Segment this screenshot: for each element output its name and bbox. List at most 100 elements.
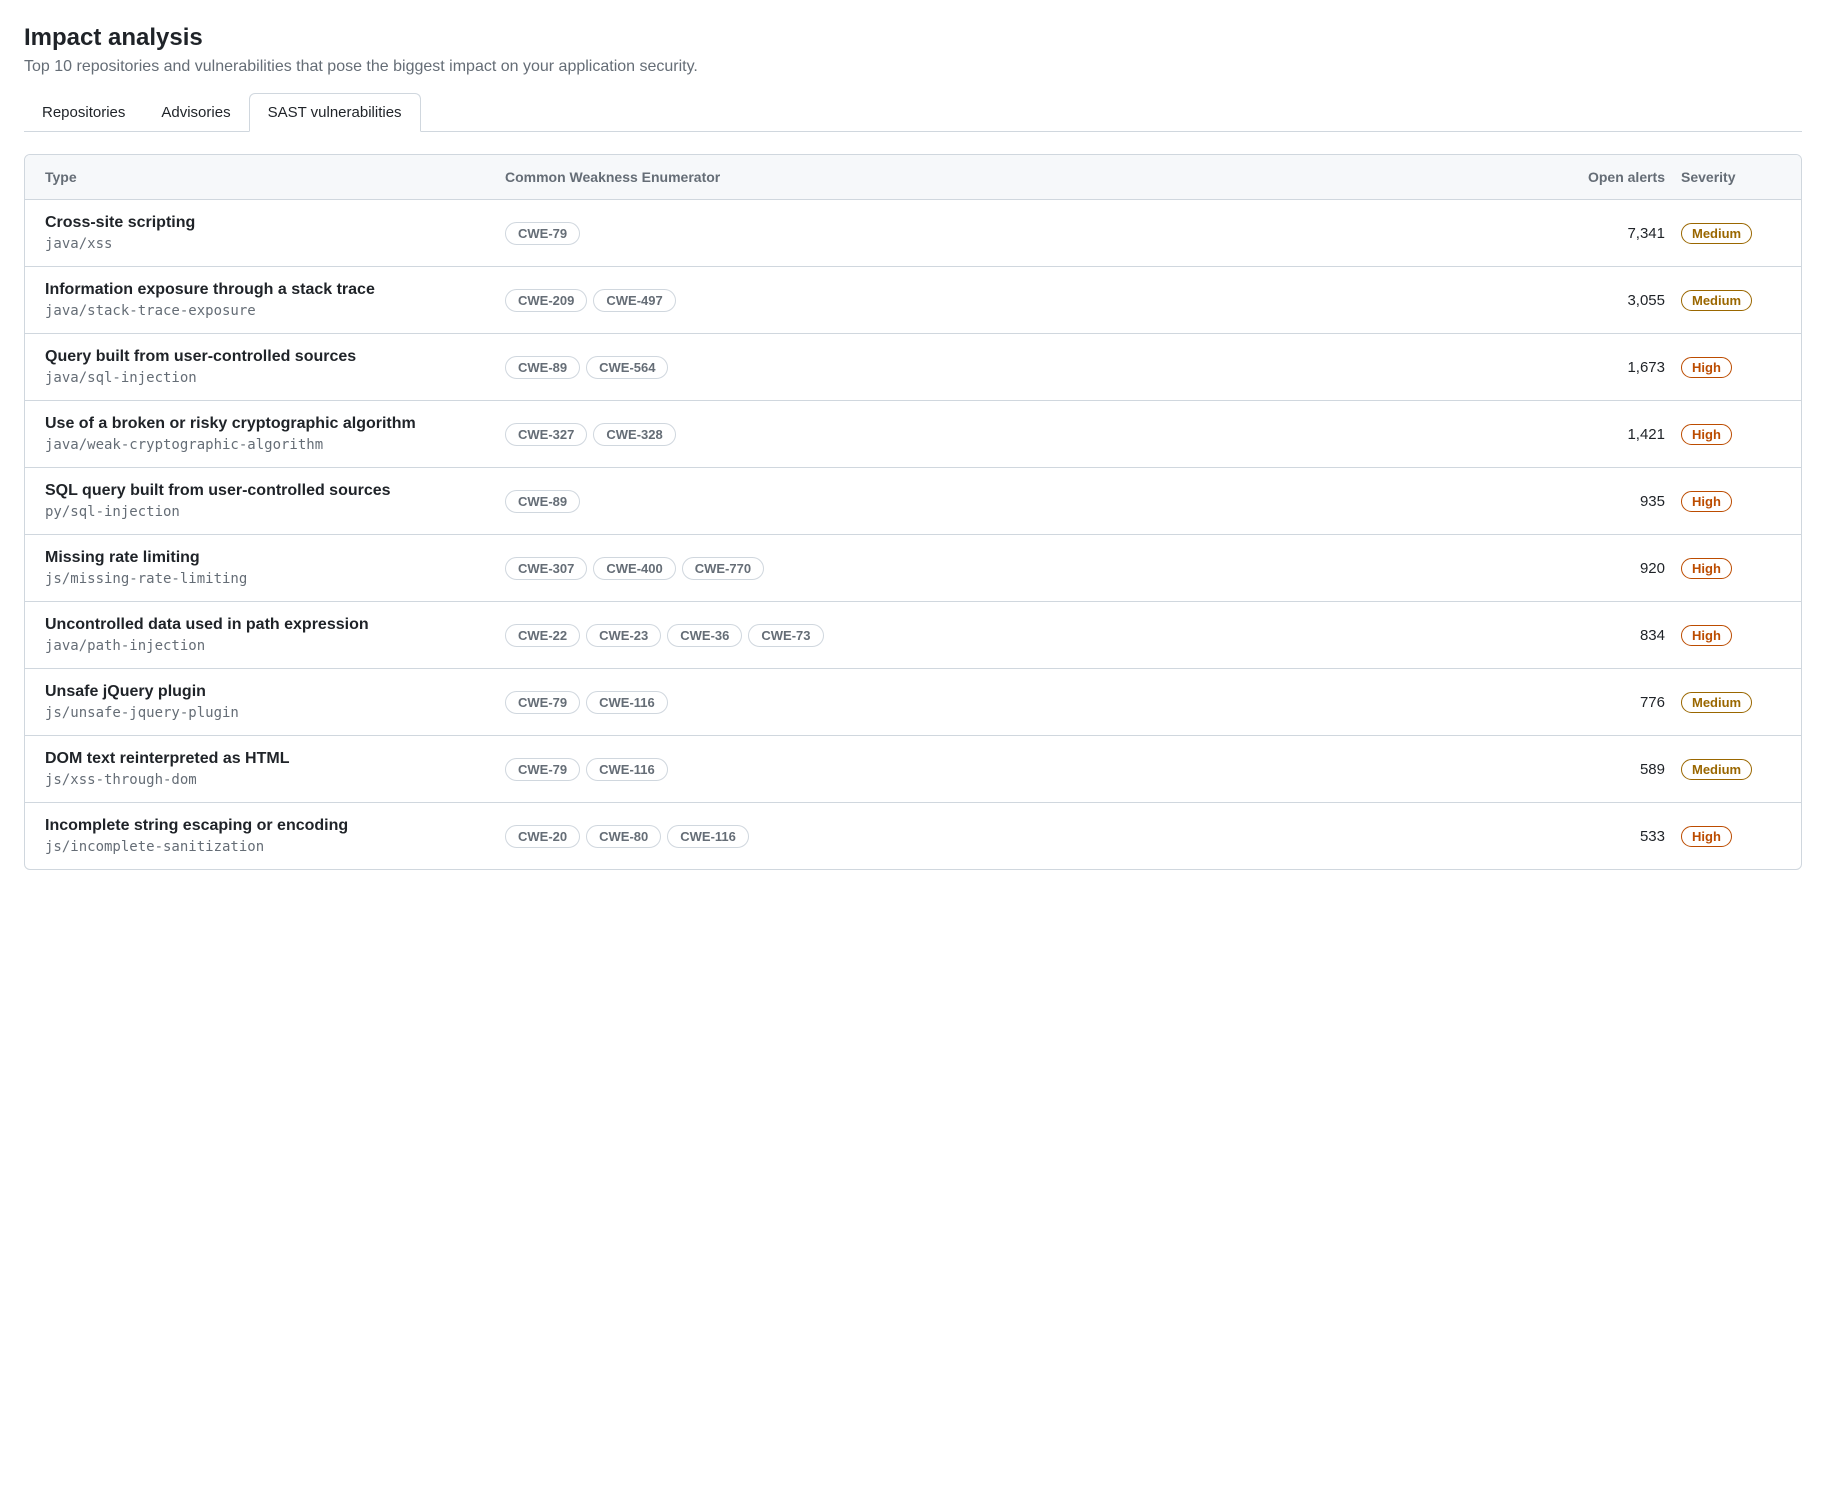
vulnerability-title: Uncontrolled data used in path expressio…: [45, 616, 505, 634]
cwe-pill[interactable]: CWE-22: [505, 624, 580, 647]
open-alerts-value: 834: [1561, 627, 1681, 644]
open-alerts-value: 3,055: [1561, 292, 1681, 309]
vulnerability-id: js/incomplete-sanitization: [45, 839, 505, 855]
severity-cell: Medium: [1681, 759, 1781, 780]
type-cell: Information exposure through a stack tra…: [45, 281, 505, 319]
cwe-cell: CWE-89 CWE-564: [505, 356, 1561, 379]
vulnerability-title: SQL query built from user-controlled sou…: [45, 482, 505, 500]
cwe-pill[interactable]: CWE-116: [667, 825, 749, 848]
cwe-pill-group: CWE-89: [505, 490, 1561, 513]
column-header-severity: Severity: [1681, 169, 1781, 185]
table-row[interactable]: Query built from user-controlled sources…: [25, 334, 1801, 401]
vulnerability-id: js/missing-rate-limiting: [45, 571, 505, 587]
cwe-pill-group: CWE-22 CWE-23 CWE-36 CWE-73: [505, 624, 1561, 647]
open-alerts-value: 589: [1561, 761, 1681, 778]
vulnerability-id: java/weak-cryptographic-algorithm: [45, 437, 505, 453]
cwe-pill[interactable]: CWE-497: [593, 289, 675, 312]
severity-cell: Medium: [1681, 290, 1781, 311]
cwe-pill-group: CWE-89 CWE-564: [505, 356, 1561, 379]
type-cell: SQL query built from user-controlled sou…: [45, 482, 505, 520]
cwe-pill[interactable]: CWE-79: [505, 222, 580, 245]
cwe-pill[interactable]: CWE-116: [586, 691, 668, 714]
cwe-pill-group: CWE-209 CWE-497: [505, 289, 1561, 312]
severity-badge: High: [1681, 558, 1732, 579]
table-row[interactable]: Use of a broken or risky cryptographic a…: [25, 401, 1801, 468]
table-row[interactable]: Incomplete string escaping or encoding js…: [25, 803, 1801, 869]
cwe-cell: CWE-79 CWE-116: [505, 758, 1561, 781]
severity-badge: Medium: [1681, 290, 1752, 311]
cwe-cell: CWE-22 CWE-23 CWE-36 CWE-73: [505, 624, 1561, 647]
vulnerability-title: Use of a broken or risky cryptographic a…: [45, 415, 505, 433]
cwe-pill[interactable]: CWE-73: [748, 624, 823, 647]
open-alerts-value: 935: [1561, 493, 1681, 510]
severity-badge: High: [1681, 491, 1732, 512]
vulnerabilities-panel: Type Common Weakness Enumerator Open ale…: [24, 154, 1802, 870]
vulnerability-id: js/xss-through-dom: [45, 772, 505, 788]
column-header-alerts: Open alerts: [1561, 169, 1681, 185]
cwe-pill[interactable]: CWE-564: [586, 356, 668, 379]
severity-badge: High: [1681, 357, 1732, 378]
cwe-pill[interactable]: CWE-328: [593, 423, 675, 446]
vulnerability-id: java/stack-trace-exposure: [45, 303, 505, 319]
cwe-pill[interactable]: CWE-89: [505, 490, 580, 513]
vulnerability-title: Query built from user-controlled sources: [45, 348, 505, 366]
severity-cell: Medium: [1681, 692, 1781, 713]
cwe-cell: CWE-89: [505, 490, 1561, 513]
severity-badge: High: [1681, 826, 1732, 847]
cwe-pill-group: CWE-327 CWE-328: [505, 423, 1561, 446]
cwe-pill[interactable]: CWE-400: [593, 557, 675, 580]
table-row[interactable]: Cross-site scriptingjava/xssCWE-797,341M…: [25, 200, 1801, 267]
severity-cell: Medium: [1681, 223, 1781, 244]
vulnerability-id: java/path-injection: [45, 638, 505, 654]
cwe-cell: CWE-79: [505, 222, 1561, 245]
column-header-cwe: Common Weakness Enumerator: [505, 169, 1561, 185]
type-cell: Unsafe jQuery plugin js/unsafe-jquery-plu…: [45, 683, 505, 721]
cwe-pill[interactable]: CWE-327: [505, 423, 587, 446]
cwe-pill[interactable]: CWE-209: [505, 289, 587, 312]
cwe-pill[interactable]: CWE-770: [682, 557, 764, 580]
severity-cell: High: [1681, 357, 1781, 378]
table-row[interactable]: Uncontrolled data used in path expressio…: [25, 602, 1801, 669]
type-cell: Incomplete string escaping or encoding js…: [45, 817, 505, 855]
table-row[interactable]: SQL query built from user-controlled sou…: [25, 468, 1801, 535]
table-row[interactable]: DOM text reinterpreted as HTML js/xss-thr…: [25, 736, 1801, 803]
vulnerability-title: Cross-site scripting: [45, 214, 505, 232]
severity-badge: High: [1681, 424, 1732, 445]
column-header-type: Type: [45, 169, 505, 185]
cwe-pill[interactable]: CWE-89: [505, 356, 580, 379]
cwe-pill[interactable]: CWE-36: [667, 624, 742, 647]
table-row[interactable]: Unsafe jQuery plugin js/unsafe-jquery-plu…: [25, 669, 1801, 736]
type-cell: Missing rate limitingjs/missing-rate-lim…: [45, 549, 505, 587]
cwe-pill[interactable]: CWE-80: [586, 825, 661, 848]
cwe-cell: CWE-209 CWE-497: [505, 289, 1561, 312]
severity-badge: Medium: [1681, 692, 1752, 713]
vulnerability-id: js/unsafe-jquery-plugin: [45, 705, 505, 721]
table-row[interactable]: Missing rate limitingjs/missing-rate-lim…: [25, 535, 1801, 602]
open-alerts-value: 533: [1561, 828, 1681, 845]
tab-repositories[interactable]: Repositories: [24, 93, 143, 132]
vulnerability-title: DOM text reinterpreted as HTML: [45, 750, 505, 768]
open-alerts-value: 776: [1561, 694, 1681, 711]
vulnerability-title: Incomplete string escaping or encoding: [45, 817, 505, 835]
cwe-pill-group: CWE-79: [505, 222, 1561, 245]
open-alerts-value: 920: [1561, 560, 1681, 577]
table-row[interactable]: Information exposure through a stack tra…: [25, 267, 1801, 334]
severity-cell: High: [1681, 558, 1781, 579]
cwe-pill-group: CWE-307 CWE-400 CWE-770: [505, 557, 1561, 580]
tab-sast-vulnerabilities[interactable]: SAST vulnerabilities: [249, 93, 421, 132]
vulnerability-title: Unsafe jQuery plugin: [45, 683, 505, 701]
page-subtitle: Top 10 repositories and vulnerabilities …: [24, 58, 1802, 76]
severity-badge: Medium: [1681, 759, 1752, 780]
cwe-pill[interactable]: CWE-307: [505, 557, 587, 580]
open-alerts-value: 7,341: [1561, 225, 1681, 242]
cwe-pill[interactable]: CWE-23: [586, 624, 661, 647]
severity-cell: High: [1681, 826, 1781, 847]
open-alerts-value: 1,421: [1561, 426, 1681, 443]
tab-advisories[interactable]: Advisories: [143, 93, 248, 132]
cwe-pill[interactable]: CWE-79: [505, 691, 580, 714]
cwe-pill[interactable]: CWE-116: [586, 758, 668, 781]
cwe-pill[interactable]: CWE-79: [505, 758, 580, 781]
severity-cell: High: [1681, 424, 1781, 445]
type-cell: Query built from user-controlled sources…: [45, 348, 505, 386]
cwe-pill[interactable]: CWE-20: [505, 825, 580, 848]
